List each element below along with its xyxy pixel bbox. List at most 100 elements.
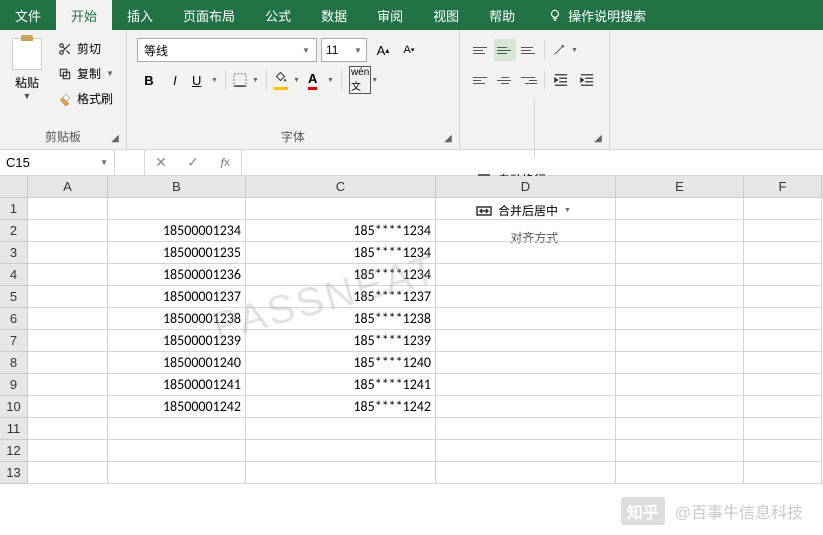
alignment-launcher[interactable]: ◢ — [591, 131, 605, 145]
cell[interactable]: 185****1238 — [246, 308, 436, 330]
cell[interactable] — [616, 330, 744, 352]
cell[interactable] — [436, 418, 616, 440]
row-header[interactable]: 2 — [0, 220, 28, 242]
cell[interactable] — [436, 374, 616, 396]
cell[interactable] — [616, 462, 744, 484]
cell[interactable] — [246, 440, 436, 462]
cell[interactable] — [246, 462, 436, 484]
col-header-C[interactable]: C — [246, 176, 436, 198]
row-header[interactable]: 6 — [0, 308, 28, 330]
cell[interactable] — [436, 462, 616, 484]
row-header[interactable]: 1 — [0, 198, 28, 220]
cell[interactable] — [108, 440, 246, 462]
cell[interactable]: 18500001237 — [108, 286, 246, 308]
cell[interactable] — [28, 242, 108, 264]
row-header[interactable]: 4 — [0, 264, 28, 286]
tab-insert[interactable]: 插入 — [112, 0, 168, 30]
cell[interactable] — [744, 242, 822, 264]
cell[interactable] — [744, 264, 822, 286]
copy-button[interactable]: 复制 ▼ — [56, 63, 116, 84]
cell[interactable]: 185****1241 — [246, 374, 436, 396]
row-header[interactable]: 8 — [0, 352, 28, 374]
cell[interactable] — [108, 198, 246, 220]
paste-button[interactable]: 粘贴 ▼ — [6, 34, 48, 101]
cell[interactable] — [744, 462, 822, 484]
row-header[interactable]: 12 — [0, 440, 28, 462]
cell[interactable] — [616, 440, 744, 462]
col-header-E[interactable]: E — [616, 176, 744, 198]
cell[interactable] — [28, 220, 108, 242]
cell[interactable]: 185****1237 — [246, 286, 436, 308]
cell[interactable] — [28, 374, 108, 396]
cell[interactable] — [436, 198, 616, 220]
cell[interactable]: 185****1234 — [246, 220, 436, 242]
cell[interactable] — [28, 198, 108, 220]
cell[interactable]: 18500001242 — [108, 396, 246, 418]
name-box[interactable]: C15 ▼ — [0, 150, 115, 175]
cell[interactable]: 185****1234 — [246, 264, 436, 286]
cell[interactable] — [744, 198, 822, 220]
col-header-F[interactable]: F — [744, 176, 822, 198]
cell[interactable]: 185****1234 — [246, 242, 436, 264]
increase-font-button[interactable]: A▴ — [371, 38, 395, 62]
cell[interactable] — [744, 352, 822, 374]
cell[interactable]: 18500001241 — [108, 374, 246, 396]
cell[interactable] — [616, 418, 744, 440]
cell[interactable] — [436, 220, 616, 242]
cell[interactable] — [28, 352, 108, 374]
cell[interactable] — [616, 352, 744, 374]
cell[interactable] — [744, 396, 822, 418]
font-color-button[interactable]: A ▼ — [305, 68, 337, 92]
col-header-B[interactable]: B — [108, 176, 246, 198]
font-size-select[interactable]: 11 ▼ — [321, 38, 367, 62]
italic-button[interactable]: I — [163, 68, 187, 92]
cell[interactable] — [28, 286, 108, 308]
tab-data[interactable]: 数据 — [306, 0, 362, 30]
cell[interactable]: 18500001235 — [108, 242, 246, 264]
col-header-A[interactable]: A — [28, 176, 108, 198]
cell[interactable] — [616, 220, 744, 242]
cell[interactable] — [744, 440, 822, 462]
cell[interactable] — [436, 286, 616, 308]
align-right-button[interactable] — [518, 69, 540, 91]
col-header-D[interactable]: D — [436, 176, 616, 198]
tab-help[interactable]: 帮助 — [474, 0, 530, 30]
border-button[interactable]: ▼ — [230, 68, 262, 92]
decrease-font-button[interactable]: A▾ — [397, 38, 421, 62]
fill-color-button[interactable]: ▼ — [271, 68, 303, 92]
cell[interactable] — [744, 220, 822, 242]
cell[interactable] — [108, 418, 246, 440]
cell[interactable] — [28, 330, 108, 352]
row-header[interactable]: 13 — [0, 462, 28, 484]
row-header[interactable]: 7 — [0, 330, 28, 352]
underline-button[interactable]: U▼ — [189, 68, 221, 92]
tell-me-search[interactable]: 操作说明搜索 — [538, 0, 656, 30]
cell[interactable]: 18500001236 — [108, 264, 246, 286]
cell[interactable] — [616, 242, 744, 264]
cell[interactable] — [616, 264, 744, 286]
tab-formulas[interactable]: 公式 — [250, 0, 306, 30]
cell[interactable] — [28, 396, 108, 418]
row-header[interactable]: 3 — [0, 242, 28, 264]
phonetic-button[interactable]: wén文 ▼ — [346, 68, 378, 92]
insert-function-button[interactable]: fx — [209, 155, 241, 171]
cell[interactable] — [246, 198, 436, 220]
font-name-select[interactable]: 等线 ▼ — [137, 38, 317, 62]
cell[interactable] — [436, 396, 616, 418]
cell[interactable] — [436, 440, 616, 462]
cancel-formula-button[interactable]: ✕ — [145, 154, 177, 171]
cell[interactable] — [616, 396, 744, 418]
cell[interactable] — [744, 308, 822, 330]
cell[interactable]: 185****1240 — [246, 352, 436, 374]
cell[interactable] — [616, 286, 744, 308]
align-top-button[interactable] — [470, 39, 492, 61]
align-bottom-button[interactable] — [518, 39, 540, 61]
cell[interactable] — [28, 440, 108, 462]
row-header[interactable]: 9 — [0, 374, 28, 396]
cell[interactable]: 18500001238 — [108, 308, 246, 330]
cell[interactable] — [616, 198, 744, 220]
clipboard-launcher[interactable]: ◢ — [108, 131, 122, 145]
cell[interactable] — [108, 462, 246, 484]
cell[interactable] — [28, 418, 108, 440]
cell[interactable] — [744, 286, 822, 308]
